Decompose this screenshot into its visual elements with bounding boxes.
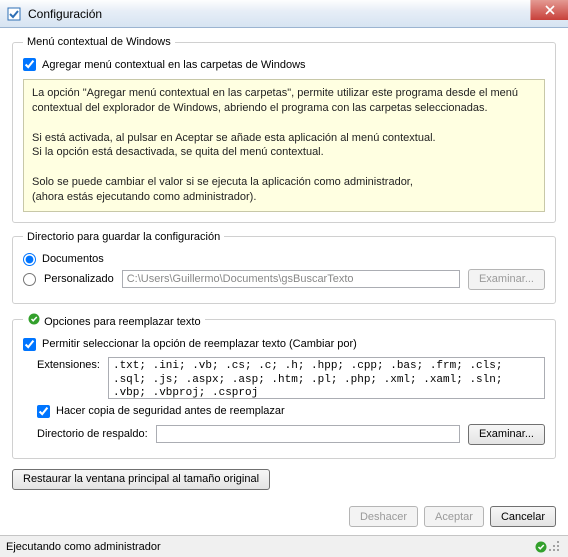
- browse-config-dir-button[interactable]: Examinar...: [468, 269, 545, 290]
- status-shield-icon: [534, 540, 548, 554]
- add-context-menu-checkbox[interactable]: [23, 58, 36, 71]
- backup-dir-label: Directorio de respaldo:: [37, 428, 148, 440]
- radio-documents-label: Documentos: [42, 253, 104, 265]
- window-title: Configuración: [28, 7, 102, 21]
- radio-custom[interactable]: [23, 273, 36, 286]
- titlebar: Configuración: [0, 0, 568, 28]
- backup-label: Hacer copia de seguridad antes de reempl…: [56, 405, 285, 417]
- group-context-menu: Menú contextual de Windows Agregar menú …: [12, 36, 556, 223]
- allow-replace-checkbox[interactable]: [23, 338, 36, 351]
- shield-icon: [27, 312, 41, 326]
- app-icon: [6, 6, 22, 22]
- status-text: Ejecutando como administrador: [6, 541, 161, 553]
- statusbar: Ejecutando como administrador: [0, 535, 568, 557]
- extensions-input[interactable]: .txt; .ini; .vb; .cs; .c; .h; .hpp; .cpp…: [108, 357, 545, 399]
- resize-grip[interactable]: [548, 540, 562, 554]
- cancel-button[interactable]: Cancelar: [490, 506, 556, 527]
- add-context-menu-label: Agregar menú contextual en las carpetas …: [42, 59, 306, 71]
- dialog-content: Menú contextual de Windows Agregar menú …: [0, 28, 568, 500]
- group-replace-legend-text: Opciones para reemplazar texto: [44, 316, 201, 328]
- allow-replace-label: Permitir seleccionar la opción de reempl…: [42, 338, 357, 350]
- group-config-dir: Directorio para guardar la configuración…: [12, 231, 556, 304]
- undo-button[interactable]: Deshacer: [349, 506, 418, 527]
- radio-documents[interactable]: [23, 253, 36, 266]
- close-button[interactable]: [530, 0, 568, 20]
- ok-button[interactable]: Aceptar: [424, 506, 484, 527]
- context-menu-info: La opción "Agregar menú contextual en la…: [23, 79, 545, 212]
- extensions-label: Extensiones:: [37, 357, 100, 371]
- restore-window-button[interactable]: Restaurar la ventana principal al tamaño…: [12, 469, 270, 490]
- backup-dir-input[interactable]: [156, 425, 460, 443]
- group-context-menu-legend: Menú contextual de Windows: [23, 36, 175, 48]
- custom-path-input[interactable]: [122, 270, 460, 288]
- group-config-dir-legend: Directorio para guardar la configuración: [23, 231, 224, 243]
- group-replace: Opciones para reemplazar texto Permitir …: [12, 312, 556, 459]
- group-replace-legend: Opciones para reemplazar texto: [23, 312, 205, 328]
- backup-checkbox[interactable]: [37, 405, 50, 418]
- radio-custom-label: Personalizado: [44, 273, 114, 285]
- dialog-button-bar: Deshacer Aceptar Cancelar: [0, 500, 568, 535]
- browse-backup-dir-button[interactable]: Examinar...: [468, 424, 545, 445]
